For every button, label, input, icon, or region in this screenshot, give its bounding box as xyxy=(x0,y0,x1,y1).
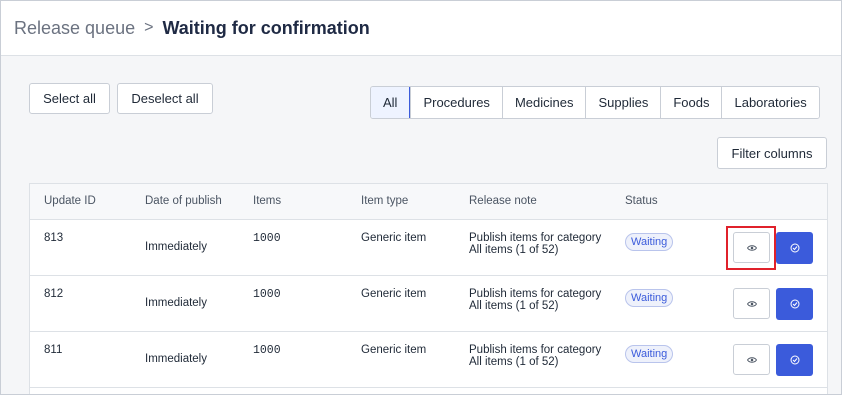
release-note: Publish items for category All items (1 … xyxy=(469,232,601,256)
view-button[interactable] xyxy=(733,344,770,375)
breadcrumb-root[interactable]: Release queue xyxy=(14,18,135,39)
category-filter-group: All Procedures Medicines Supplies Foods … xyxy=(370,86,820,119)
update-id: 811 xyxy=(44,344,63,356)
update-id: 812 xyxy=(44,288,64,300)
eye-icon xyxy=(746,300,757,307)
filter-medicines[interactable]: Medicines xyxy=(501,87,586,118)
view-button[interactable] xyxy=(733,288,770,319)
release-note-line: All items (1 of 52) xyxy=(469,244,559,256)
filter-supplies[interactable]: Supplies xyxy=(585,87,661,118)
items-count: 1000 xyxy=(253,232,281,245)
status-cell: Waiting xyxy=(625,345,674,363)
column-header-status[interactable]: Status xyxy=(625,195,658,207)
status-badge: Waiting xyxy=(625,345,674,363)
items-count: 1000 xyxy=(253,344,281,357)
items-count: 1000 xyxy=(253,288,281,301)
check-circle-icon xyxy=(790,355,799,365)
confirm-button[interactable] xyxy=(776,288,813,320)
column-header-items[interactable]: Items xyxy=(253,195,281,207)
table-row: 812 Immediately 1000 Generic item Publis… xyxy=(30,276,827,332)
status-badge: Waiting xyxy=(625,233,674,251)
deselect-all-button[interactable]: Deselect all xyxy=(117,83,213,114)
status-badge: Waiting xyxy=(625,289,674,307)
page-title: Waiting for confirmation xyxy=(162,17,370,38)
release-table: Update ID Date of publish Items Item typ… xyxy=(29,183,828,394)
check-circle-icon xyxy=(790,299,799,309)
view-button[interactable] xyxy=(733,232,770,263)
filter-columns-button[interactable]: Filter columns xyxy=(717,137,827,169)
table-row: 813 Immediately 1000 Generic item Publis… xyxy=(30,220,827,276)
filter-laboratories[interactable]: Laboratories xyxy=(721,87,819,118)
release-note-line: All items (1 of 52) xyxy=(469,300,559,312)
column-header-date-of-publish[interactable]: Date of publish xyxy=(145,195,222,207)
check-circle-icon xyxy=(790,243,799,253)
date-of-publish: Immediately xyxy=(145,353,207,365)
table-row: 811 Immediately 1000 Generic item Publis… xyxy=(30,332,827,388)
app-window: Release queue > Waiting for confirmation… xyxy=(0,0,842,395)
release-note: Publish items for category All items (1 … xyxy=(469,288,601,312)
date-of-publish: Immediately xyxy=(145,297,207,309)
filter-foods[interactable]: Foods xyxy=(660,87,722,118)
eye-icon xyxy=(746,244,757,251)
confirm-button[interactable] xyxy=(776,344,813,376)
release-note-line: Publish items for category xyxy=(469,288,602,300)
table-header: Update ID Date of publish Items Item typ… xyxy=(30,184,827,220)
date-of-publish: Immediately xyxy=(145,241,207,253)
confirm-button[interactable] xyxy=(776,232,813,264)
select-all-button[interactable]: Select all xyxy=(29,83,110,114)
release-note-line: All items (1 of 52) xyxy=(469,356,559,368)
release-note-line: Publish items for category xyxy=(469,344,602,356)
column-header-item-type[interactable]: Item type xyxy=(361,195,408,207)
release-note: Publish items for category All items (1 … xyxy=(469,344,601,368)
filter-all[interactable]: All xyxy=(370,87,411,118)
status-cell: Waiting xyxy=(625,289,674,307)
column-header-release-note[interactable]: Release note xyxy=(469,195,537,207)
item-type: Generic item xyxy=(361,344,427,356)
update-id: 813 xyxy=(44,232,64,244)
eye-icon xyxy=(746,356,757,363)
release-note-line: Publish items for category xyxy=(469,232,602,244)
page-header: Release queue > Waiting for confirmation xyxy=(1,1,841,56)
column-header-update-id[interactable]: Update ID xyxy=(44,195,96,207)
item-type: Generic item xyxy=(361,288,427,300)
status-cell: Waiting xyxy=(625,233,674,251)
item-type: Generic item xyxy=(361,232,427,244)
filter-procedures[interactable]: Procedures xyxy=(410,87,502,118)
chevron-right-icon: > xyxy=(144,19,154,36)
